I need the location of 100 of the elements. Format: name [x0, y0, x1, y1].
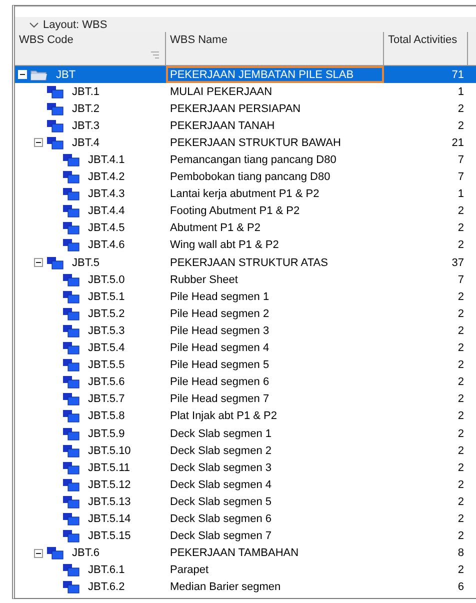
table-row[interactable]: JBT.5.6 Pile Head segmen 6 2	[15, 374, 476, 391]
activity-count: 8	[456, 546, 465, 562]
wbs-name-cell-text: Deck Slab segmen 2	[169, 444, 272, 459]
activity-count: 2	[456, 118, 465, 134]
table-row[interactable]: JBT.5.1 Pile Head segmen 1 2	[15, 288, 476, 306]
table-row[interactable]: JBT.1 MULAI PEKERJAAN 1	[15, 83, 476, 100]
activity-count: 2	[456, 444, 465, 459]
wbs-name-cell-text: Pile Head segmen 2	[169, 306, 270, 322]
table-row[interactable]: JBT.2 PEKERJAAN PERSIAPAN 2	[15, 100, 476, 118]
activity-count: 2	[456, 324, 465, 339]
table-row[interactable]: JBT.6.2 Median Barier segmen 6	[15, 578, 476, 596]
table-row[interactable]: JBT.4.6 Wing wall abt P1 & P2 2	[15, 236, 476, 254]
wbs-node-icon	[46, 118, 64, 133]
table-row[interactable]: JBT.5.7 Pile Head segmen 7 2	[15, 390, 476, 408]
wbs-code: JBT.5.10	[88, 444, 131, 457]
table-row[interactable]: JBT.5.2 Pile Head segmen 2 2	[15, 305, 476, 322]
table-row[interactable]: JBT.4.5 Abutment P1 & P2 2	[15, 220, 476, 237]
activity-count: 1	[456, 84, 465, 100]
collapse-icon[interactable]	[34, 258, 43, 268]
wbs-code: JBT.6	[72, 547, 100, 560]
wbs-code: JBT.4.6	[88, 239, 125, 252]
table-row[interactable]: JBT.5.15 Deck Slab segmen 7 2	[15, 528, 476, 545]
wbs-node-icon	[62, 426, 80, 441]
table-row[interactable]: JBT.5 PEKERJAAN STRUKTUR ATAS 37	[15, 254, 476, 272]
wbs-name-cell-text: Rubber Sheet	[169, 272, 239, 288]
wbs-name-cell-text: Plat Injak abt P1 & P2	[169, 409, 278, 424]
activity-count: 2	[456, 221, 465, 236]
wbs-name-cell-text: Abutment P1 & P2	[169, 221, 262, 236]
wbs-node-icon	[62, 392, 80, 406]
wbs-code: JBT.5.13	[88, 496, 131, 508]
wbs-node-icon	[46, 256, 64, 270]
activity-count: 6	[456, 580, 465, 596]
wbs-name-cell-text: MULAI PEKERJAAN	[169, 84, 274, 100]
wbs-node-icon	[62, 238, 80, 252]
wbs-code: JBT.5.11	[88, 462, 130, 474]
wbs-code: JBT.3	[72, 120, 100, 132]
wbs-name-cell-text: Footing Abutment P1 & P2	[169, 204, 301, 220]
wbs-node-icon	[62, 494, 80, 509]
table-row[interactable]: JBT.5.8 Plat Injak abt P1 & P2 2	[15, 408, 476, 425]
wbs-code: JBT.4.1	[88, 154, 125, 166]
wbs-node-icon	[62, 187, 80, 202]
wbs-name-cell-text: Deck Slab segmen 1	[169, 426, 272, 442]
collapse-icon[interactable]	[34, 548, 43, 558]
table-row[interactable]: JBT.3 PEKERJAAN TANAH 2	[15, 117, 476, 134]
table-row[interactable]: JBT.5.5 Pile Head segmen 5 2	[15, 356, 476, 374]
wbs-name-cell-text: Pile Head segmen 1	[169, 290, 270, 305]
wbs-code: JBT.5.5	[88, 359, 125, 372]
table-row[interactable]: JBT PEKERJAAN JEMBATAN PILE SLAB 71	[15, 66, 476, 84]
table-row[interactable]: JBT.5.12 Deck Slab segmen 4 2	[15, 476, 476, 494]
wbs-node-icon	[62, 444, 80, 458]
wbs-name-cell-text: Pile Head segmen 5	[169, 358, 270, 374]
table-row[interactable]: JBT.4.4 Footing Abutment P1 & P2 2	[15, 202, 476, 220]
wbs-code: JBT	[56, 68, 76, 81]
wbs-code: JBT.5.0	[88, 274, 125, 286]
activity-count: 2	[456, 529, 465, 544]
table-row[interactable]: JBT.5.11 Deck Slab segmen 3 2	[15, 459, 476, 476]
table-row[interactable]: JBT.5.3 Pile Head segmen 3 2	[15, 322, 476, 340]
activity-count: 2	[456, 460, 465, 476]
table-row[interactable]: JBT.4.1 Pemancangan tiang pancang D80 7	[15, 151, 476, 169]
wbs-name-cell-text: Wing wall abt P1 & P2	[169, 238, 280, 254]
column-header[interactable]: WBS Name	[166, 32, 384, 65]
wbs-name-cell-text: Deck Slab segmen 7	[169, 529, 272, 544]
table-row[interactable]: JBT.5.4 Pile Head segmen 4 2	[15, 340, 476, 357]
activity-count: 2	[456, 102, 465, 117]
table-row[interactable]: JBT.4.3 Lantai kerja abutment P1 & P2 1	[15, 186, 476, 203]
activity-count: 37	[450, 256, 465, 271]
wbs-name-cell-text: PEKERJAAN STRUKTUR ATAS	[169, 256, 329, 271]
wbs-code: JBT.6.1	[88, 564, 125, 576]
collapse-icon[interactable]	[29, 22, 39, 28]
wbs-node-icon	[62, 272, 80, 287]
wbs-code: JBT.5.14	[88, 512, 131, 525]
wbs-node-icon	[62, 460, 80, 475]
collapse-icon[interactable]	[34, 138, 43, 148]
wbs-node-icon	[62, 478, 80, 492]
activity-count: 7	[456, 153, 465, 168]
table-row[interactable]: JBT.5.13 Deck Slab segmen 5 2	[15, 493, 476, 510]
wbs-code: JBT.5.4	[88, 342, 125, 354]
table-row[interactable]: JBT.5.14 Deck Slab segmen 6 2	[15, 510, 476, 528]
wbs-code: JBT.4	[72, 136, 100, 149]
wbs-name-cell-text: Pile Head segmen 6	[169, 375, 270, 390]
wbs-code: JBT.5.7	[88, 393, 125, 406]
table-row[interactable]: JBT.6.1 Parapet 2	[15, 562, 476, 579]
table-row[interactable]: JBT.5.10 Deck Slab segmen 2 2	[15, 442, 476, 460]
wbs-code: JBT.5.2	[88, 308, 125, 320]
activity-count: 2	[456, 563, 465, 578]
activity-count: 1	[456, 187, 465, 202]
wbs-code: JBT.1	[72, 86, 100, 98]
folder-icon	[30, 68, 48, 82]
activity-count: 71	[450, 68, 465, 83]
table-row[interactable]: JBT.6 PEKERJAAN TAMBAHAN 8	[15, 544, 476, 562]
wbs-node-icon	[62, 529, 80, 544]
table-row[interactable]: JBT.4.2 Pembobokan tiang pancang D80 7	[15, 168, 476, 186]
column-header[interactable]: Total Activities	[384, 32, 468, 65]
activity-count: 21	[450, 136, 465, 151]
wbs-node-icon	[62, 221, 80, 236]
wbs-node-icon	[62, 290, 80, 304]
table-row[interactable]: JBT.4 PEKERJAAN STRUKTUR BAWAH 21	[15, 134, 476, 152]
table-row[interactable]: JBT.5.9 Deck Slab segmen 1 2	[15, 424, 476, 442]
column-header[interactable]: WBS Code	[15, 32, 166, 65]
table-row[interactable]: JBT.5.0 Rubber Sheet 7	[15, 271, 476, 288]
